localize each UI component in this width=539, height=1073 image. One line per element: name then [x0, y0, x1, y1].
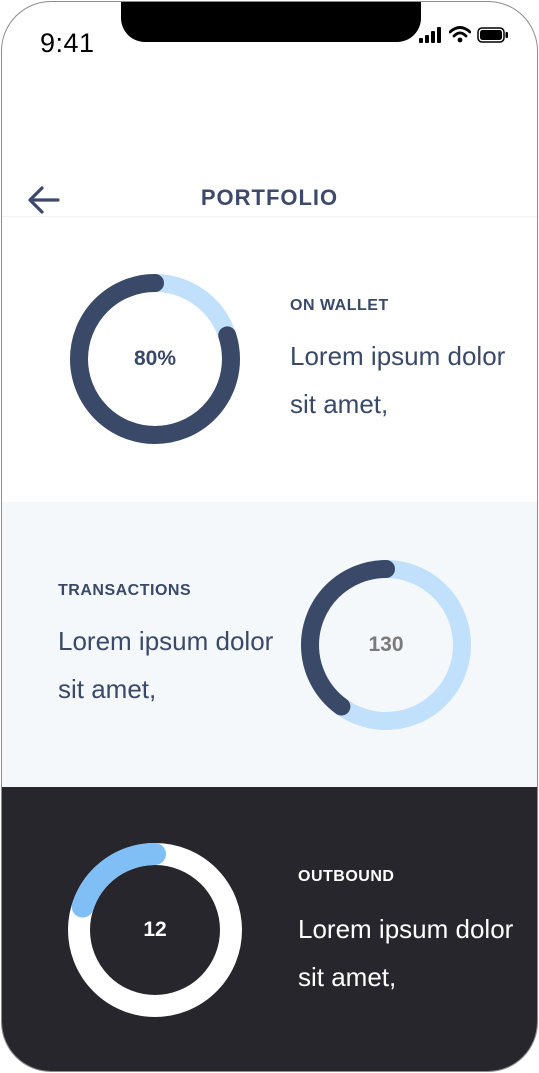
transactions-value: 130 — [368, 633, 404, 656]
transactions-label: TRANSACTIONS — [58, 582, 192, 599]
wallet-description: Lorem ipsum dolor sit amet, — [290, 341, 506, 419]
outbound-description: Lorem ipsum dolor sit amet, — [298, 914, 514, 992]
wifi-icon — [449, 26, 471, 43]
header-bar: PORTFOLIO — [2, 172, 537, 217]
status-icons — [419, 26, 509, 43]
transactions-progress-ring: 130 — [299, 558, 473, 732]
page-title: PORTFOLIO — [200, 185, 339, 210]
wallet-label: ON WALLET — [290, 297, 389, 314]
wallet-value: 80% — [133, 347, 177, 370]
outbound-label: OUTBOUND — [298, 868, 395, 885]
wallet-card[interactable]: 80% ON WALLET Lorem ipsum dolor sit amet… — [2, 217, 537, 502]
device-notch — [121, 2, 421, 42]
outbound-value: 12 — [143, 918, 167, 941]
status-time: 9:41 — [40, 28, 95, 58]
cellular-signal-icon — [419, 26, 441, 43]
transactions-card[interactable]: TRANSACTIONS Lorem ipsum dolor sit amet,… — [2, 502, 537, 787]
outbound-progress-ring: 12 — [68, 843, 242, 1017]
outbound-card[interactable]: 12 OUTBOUND Lorem ipsum dolor sit amet, — [2, 787, 537, 1071]
battery-icon — [477, 26, 508, 43]
phone-frame: 9:41 PORTFOLIO 80% ON WALLET Lorem ipsum… — [1, 1, 538, 1072]
transactions-description: Lorem ipsum dolor sit amet, — [58, 626, 274, 704]
wallet-progress-ring: 80% — [68, 272, 242, 446]
